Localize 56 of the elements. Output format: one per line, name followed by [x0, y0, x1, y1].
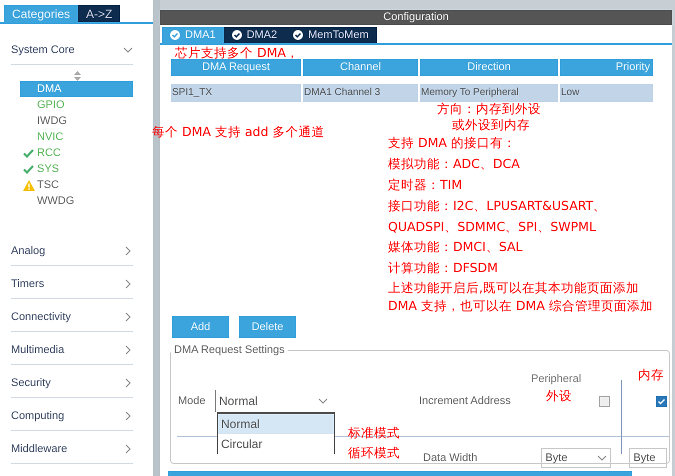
category-header[interactable]: System Core [11, 36, 134, 65]
column-header: Channel [303, 59, 418, 76]
annotation-text: 上述功能开启后,既可以在其本功能页面添加DMA 支持，也可以在 DMA 综合管理页面添加 [388, 279, 654, 315]
annotation-text: 接口功能：I2C、LPUSART&USART、 [388, 197, 606, 215]
column-label: Peripheral [531, 373, 582, 385]
table-cell[interactable]: Low [560, 84, 653, 102]
annotation-text: 外设 [546, 387, 572, 405]
dma-tab[interactable]: MemToMem [285, 27, 377, 43]
category-header[interactable]: Security [11, 369, 134, 398]
annotation-text: 媒体功能：DMCI、SAL [388, 238, 523, 256]
annotation-text: 循环模式 [348, 444, 400, 462]
data-width-label: Data Width [423, 452, 478, 464]
annotation-text: 模拟功能：ADC、DCA [388, 155, 520, 173]
category-label: Analog [11, 245, 46, 257]
column-header: DMA Request [171, 59, 301, 76]
category-label: Timers [11, 278, 44, 290]
section-title: DMA Request Settings [173, 344, 286, 356]
panel-title: Configuration [160, 10, 672, 25]
dropdown-option[interactable]: Circular [218, 434, 334, 454]
annotation-text: 每个 DMA 支持 add 多个通道 [152, 123, 324, 141]
annotation-text: 支持 DMA 的接口有： [388, 134, 516, 152]
peripheral-item[interactable]: IWDG [20, 113, 134, 129]
category-header[interactable]: Connectivity [11, 303, 134, 332]
mode-label: Mode [177, 395, 207, 407]
category-header[interactable]: Analog [11, 237, 134, 266]
annotation-text: 标准模式 [348, 424, 400, 442]
increment-label: Increment Address [419, 395, 512, 407]
table-cell[interactable]: DMA1 Channel 3 [303, 84, 418, 102]
category-header[interactable]: Middleware [11, 435, 134, 464]
annotation-text: 或外设到内存 [452, 116, 530, 134]
category-header[interactable]: Computing [11, 402, 134, 431]
category-header[interactable]: Timers [11, 270, 134, 299]
table-cell[interactable]: Memory To Peripheral [420, 84, 558, 102]
width-dropdown[interactable]: Byte [541, 448, 612, 468]
category-label: Multimedia [11, 344, 64, 356]
category-label: System Core [11, 44, 75, 56]
table-cell[interactable]: SPI1_TX [171, 84, 301, 102]
category-header[interactable]: Multimedia [11, 336, 134, 365]
category-tab[interactable]: A->Z [78, 5, 120, 22]
width-dropdown[interactable]: Byte [629, 448, 668, 468]
category-label: Connectivity [11, 311, 71, 323]
peripheral-item[interactable]: WWDG [20, 193, 134, 209]
category-label: Security [11, 377, 51, 389]
annotation-text: 定时器：TIM [388, 176, 462, 194]
annotation-text: 芯片支持多个 DMA， [175, 44, 299, 62]
category-label: Computing [11, 410, 64, 422]
annotation-text: 计算功能：DFSDM [388, 259, 498, 277]
column-header: Priority [560, 59, 653, 76]
annotation-text: 方向：内存到外设 [437, 100, 541, 118]
annotation-text: QUADSPI、SDMMC、SPI、SWPML [388, 218, 596, 236]
column-header: Direction [420, 59, 558, 76]
annotation-text: 内存 [638, 366, 664, 384]
category-label: Middleware [11, 443, 68, 455]
dma-tab[interactable]: DMA2 [224, 27, 286, 43]
dropdown-option[interactable]: Normal [218, 414, 334, 434]
peripheral-item[interactable]: TSC [20, 177, 134, 193]
